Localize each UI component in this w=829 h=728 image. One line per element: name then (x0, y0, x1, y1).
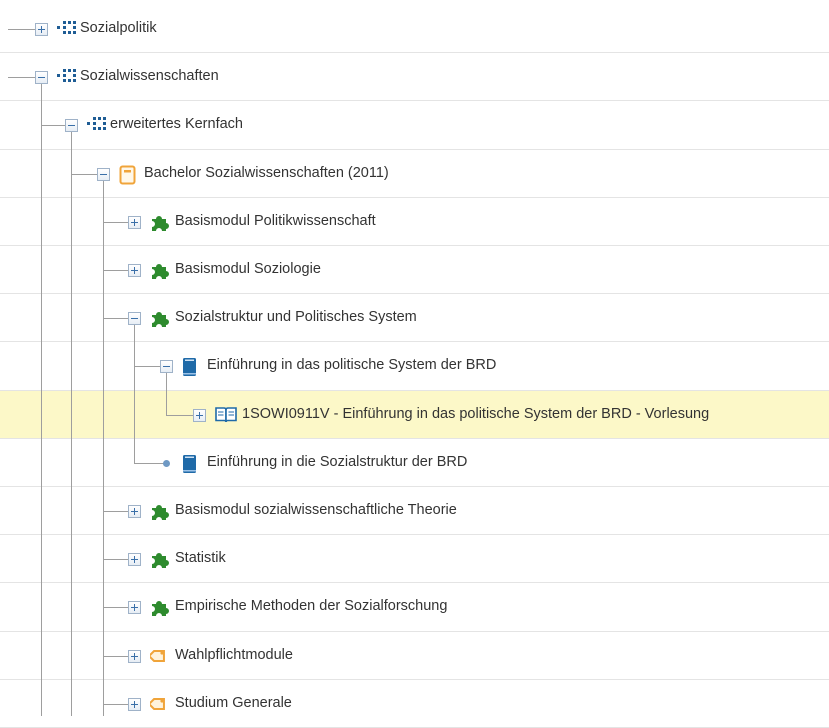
tree-node-label[interactable]: Wahlpflichtmodule (175, 647, 293, 663)
tree-node-label[interactable]: Bachelor Sozialwissenschaften (2011) (144, 165, 389, 181)
collapse-toggle-icon[interactable] (160, 360, 173, 374)
tree-node-label[interactable]: Sozialpolitik (80, 20, 157, 36)
tree-node-label[interactable]: Sozialwissenschaften (80, 68, 219, 84)
open-book-icon (215, 406, 237, 424)
module-puzzle-icon (150, 598, 170, 617)
expand-toggle-icon[interactable] (128, 505, 141, 518)
tree-node-label[interactable]: Basismodul Soziologie (175, 261, 321, 277)
tag-icon (150, 647, 170, 665)
tree-node-label[interactable]: Studium Generale (175, 695, 292, 711)
tree-node-label[interactable]: erweitertes Kernfach (110, 116, 243, 132)
collapse-toggle-icon[interactable] (35, 71, 48, 85)
expand-toggle-icon[interactable] (128, 697, 141, 711)
expand-toggle-icon[interactable] (35, 23, 48, 36)
tree-node-label[interactable]: Einführung in das politische System der … (207, 357, 496, 373)
expand-toggle-icon[interactable] (128, 264, 141, 277)
expand-toggle-icon[interactable] (193, 408, 206, 422)
expand-toggle-icon[interactable] (128, 649, 141, 663)
tag-icon (150, 695, 170, 713)
module-puzzle-icon (150, 502, 170, 520)
expand-toggle-icon[interactable] (128, 215, 141, 229)
module-puzzle-icon (150, 309, 170, 328)
course-catalog-tree: Sozialpolitik Sozialwissenschaften erweite… (0, 0, 829, 728)
tree-connector-v (134, 325, 135, 463)
tree-connector-v (103, 180, 104, 716)
module-puzzle-icon (150, 213, 170, 231)
collapse-toggle-icon[interactable] (65, 119, 78, 133)
tree-node-label[interactable]: Basismodul sozialwissenschaftliche Theor… (175, 502, 457, 518)
collapse-toggle-icon[interactable] (97, 167, 110, 181)
org-unit-icon (57, 68, 77, 86)
tree-node-label[interactable]: Einführung in die Sozialstruktur der BRD (207, 454, 467, 470)
tree-connector-v (41, 84, 42, 716)
study-program-icon (119, 165, 139, 185)
tree-node-label[interactable]: 1SOWI0911V - Einführung in das politisch… (242, 406, 709, 422)
expand-toggle-icon[interactable] (128, 553, 141, 567)
leaf-bullet-icon (163, 459, 170, 467)
org-unit-icon (87, 116, 107, 134)
tree-connector-v (166, 373, 167, 415)
expand-toggle-icon[interactable] (128, 601, 141, 615)
course-book-icon (182, 357, 202, 377)
tree-node-label[interactable]: Sozialstruktur und Politisches System (175, 309, 417, 325)
tree-connector-h (134, 462, 166, 464)
course-book-icon (182, 454, 202, 473)
org-unit-icon (57, 20, 77, 38)
tree-node-label[interactable]: Empirische Methoden der Sozialforschung (175, 598, 447, 614)
module-puzzle-icon (150, 261, 170, 279)
module-puzzle-icon (150, 550, 170, 569)
collapse-toggle-icon[interactable] (128, 312, 141, 326)
tree-connector-v (71, 132, 72, 716)
tree-node-label[interactable]: Statistik (175, 550, 226, 566)
tree-node-label[interactable]: Basismodul Politikwissenschaft (175, 213, 376, 229)
